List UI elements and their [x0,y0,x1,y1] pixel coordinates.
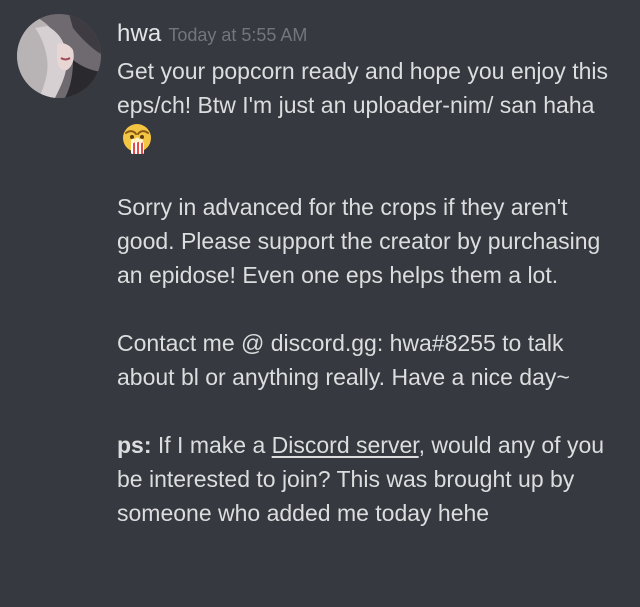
username[interactable]: hwa [117,20,161,48]
message-paragraph: Contact me @ discord.gg: hwa#8255 to tal… [117,326,622,394]
timestamp[interactable]: Today at 5:55 AM [168,25,307,46]
paragraph-text: Contact me @ discord.gg: hwa#8255 to tal… [117,330,570,390]
chat-message: hwa Today at 5:55 AM Get your popcorn re… [0,0,640,607]
paragraph-text: Get your popcorn ready and hope you enjo… [117,58,608,118]
message-paragraph: ps: If I make a Discord server, would an… [117,428,622,530]
message-header: hwa Today at 5:55 AM [117,20,622,54]
discord-server-link[interactable]: Discord server [272,432,419,458]
popcorn-emoji-icon [120,122,154,156]
paragraph-text: If I make a [151,432,272,458]
message-paragraph: Sorry in advanced for the crops if they … [117,190,622,292]
message-paragraph: Get your popcorn ready and hope you enjo… [117,54,622,156]
avatar-image [17,14,101,98]
message-body: Get your popcorn ready and hope you enjo… [117,54,622,530]
ps-label: ps: [117,432,152,458]
paragraph-text: Sorry in advanced for the crops if they … [117,194,601,288]
user-avatar[interactable] [17,14,101,98]
message-content: hwa Today at 5:55 AM Get your popcorn re… [117,20,622,530]
